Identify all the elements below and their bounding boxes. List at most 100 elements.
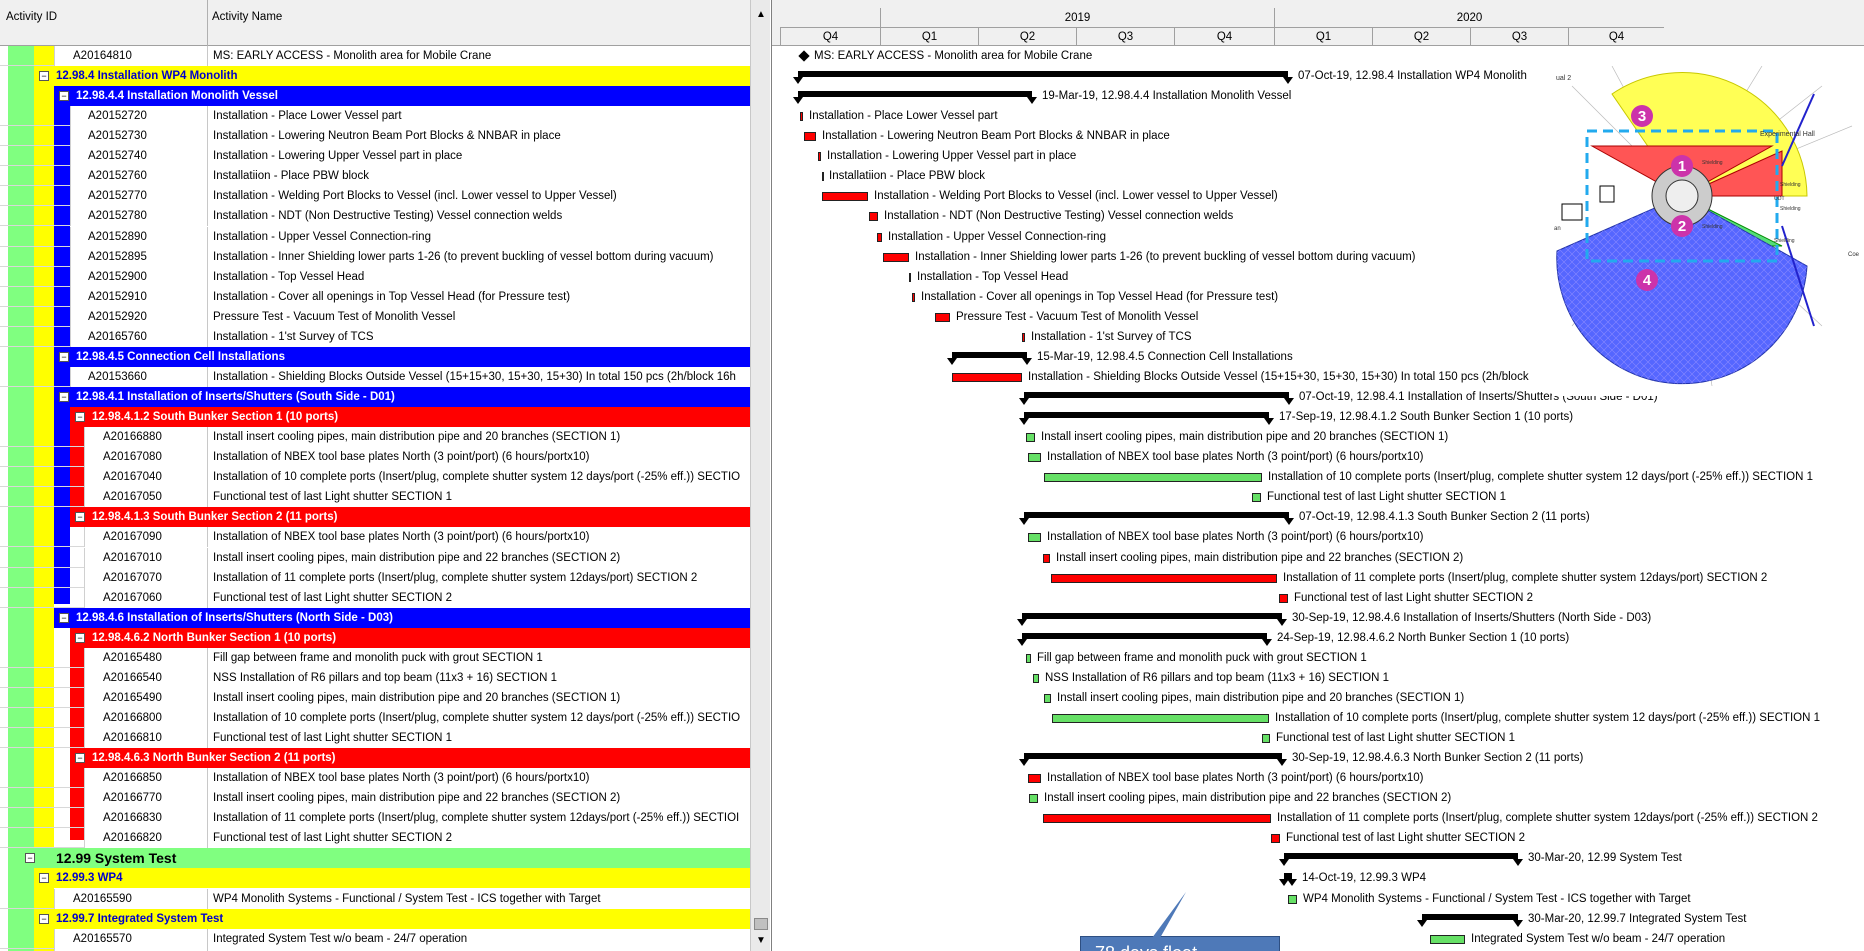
wbs-row[interactable]: −12.98.4.6.3 North Bunker Section 2 (11 … <box>0 748 750 769</box>
activity-bar[interactable] <box>909 272 911 282</box>
wbs-row[interactable]: − 12.99 System Test <box>0 848 750 869</box>
table-row[interactable]: A20166880 Install insert cooling pipes, m… <box>0 427 750 448</box>
wbs-row[interactable]: −12.98.4.6 Installation of Inserts/Shutt… <box>0 607 750 628</box>
activity-bar[interactable] <box>869 212 878 222</box>
wbs-row[interactable]: −12.99.7 Integrated System Test <box>0 908 750 929</box>
table-row[interactable]: A20167090 Installation of NBEX tool base … <box>0 527 750 548</box>
wbs-row[interactable]: −12.98.4 Installation WP4 Monolith <box>0 66 750 87</box>
table-row[interactable]: A20152730 Installation - Lowering Neutron… <box>0 126 750 147</box>
activity-bar[interactable] <box>883 252 909 262</box>
activity-bar[interactable] <box>1029 794 1038 804</box>
activity-bar[interactable] <box>818 152 821 162</box>
summary-bar[interactable] <box>1019 753 1287 767</box>
table-row[interactable]: A20166820 Functional test of last Light s… <box>0 828 750 849</box>
activity-bar[interactable] <box>935 312 950 322</box>
scroll-up-icon[interactable]: ▲ <box>754 8 768 22</box>
activity-bar[interactable] <box>1262 734 1270 744</box>
activity-bar[interactable] <box>800 112 803 122</box>
activity-bar[interactable] <box>1028 533 1041 543</box>
activity-bar[interactable] <box>1044 473 1262 483</box>
wbs-row[interactable]: −12.98.4.1.3 South Bunker Section 2 (11 … <box>0 507 750 528</box>
activity-bar[interactable] <box>877 232 882 242</box>
table-row[interactable]: A20167050 Functional test of last Light s… <box>0 487 750 508</box>
collapse-toggle-icon[interactable]: − <box>39 873 49 884</box>
activity-bar[interactable] <box>1271 834 1280 844</box>
table-row[interactable]: A20152780 Installation - NDT (Non Destruc… <box>0 206 750 227</box>
table-row[interactable]: A20166800 Installation of 10 complete por… <box>0 707 750 728</box>
collapse-toggle-icon[interactable]: − <box>59 392 69 403</box>
activity-bar[interactable] <box>1052 713 1269 723</box>
summary-bar[interactable] <box>1017 612 1287 626</box>
wbs-row[interactable]: −12.98.4.1 Installation of Inserts/Shutt… <box>0 387 750 408</box>
column-divider[interactable] <box>207 0 208 46</box>
table-row[interactable]: A20165590 WP4 Monolith Systems - Function… <box>0 888 750 909</box>
activity-bar[interactable] <box>912 292 915 302</box>
table-row[interactable]: A20166830 Installation of 11 complete por… <box>0 808 750 829</box>
activity-bar[interactable] <box>1026 653 1031 663</box>
summary-bar[interactable] <box>1019 392 1294 406</box>
summary-bar[interactable] <box>1279 873 1297 887</box>
table-row[interactable]: A20166770 Install insert cooling pipes, m… <box>0 788 750 809</box>
table-row[interactable]: A20165570 Integrated System Test w/o beam… <box>0 928 750 949</box>
summary-bar[interactable] <box>793 91 1037 105</box>
collapse-toggle-icon[interactable]: − <box>75 512 85 523</box>
collapse-toggle-icon[interactable]: − <box>75 412 85 423</box>
table-row[interactable]: A20153660 Installation - Shielding Blocks… <box>0 366 750 387</box>
table-row[interactable]: A20152900 Installation - Top Vessel Head <box>0 266 750 287</box>
table-row[interactable]: A20152760 Installatiion - Place PBW block <box>0 166 750 187</box>
activity-bar[interactable] <box>1044 693 1051 703</box>
activity-bar[interactable] <box>1033 673 1039 683</box>
column-header-activity-id[interactable]: Activity ID <box>6 11 57 23</box>
wbs-row[interactable]: −12.98.4.5 Connection Cell Installations <box>0 346 750 367</box>
table-row[interactable]: A20165760 Installation - 1'st Survey of T… <box>0 326 750 347</box>
collapse-toggle-icon[interactable]: − <box>59 351 69 362</box>
wbs-row[interactable]: −12.98.4.4 Installation Monolith Vessel <box>0 86 750 107</box>
milestone-diamond[interactable] <box>798 50 810 62</box>
activity-bar[interactable] <box>1051 573 1277 583</box>
collapse-toggle-icon[interactable]: − <box>75 632 85 643</box>
table-row[interactable]: A20166540 NSS Installation of R6 pillars … <box>0 667 750 688</box>
collapse-toggle-icon[interactable]: − <box>75 753 85 764</box>
activity-bar[interactable] <box>1022 332 1025 342</box>
activity-bar[interactable] <box>822 192 868 202</box>
summary-bar[interactable] <box>1279 853 1523 867</box>
table-row[interactable]: A20167070 Installation of 11 complete por… <box>0 567 750 588</box>
table-row[interactable]: A20167080 Installation of NBEX tool base … <box>0 447 750 468</box>
summary-bar[interactable] <box>1417 913 1523 927</box>
summary-bar[interactable] <box>1019 412 1274 426</box>
table-row[interactable]: A20152720 Installation - Place Lower Vess… <box>0 106 750 127</box>
activity-bar[interactable] <box>1043 814 1271 824</box>
summary-bar[interactable] <box>793 71 1293 85</box>
table-row[interactable]: A20152910 Installation - Cover all openin… <box>0 286 750 307</box>
table-row[interactable]: A20167010 Install insert cooling pipes, m… <box>0 547 750 568</box>
activity-bar[interactable] <box>1028 774 1041 784</box>
activity-bar[interactable] <box>1043 553 1050 563</box>
table-row[interactable]: A20164810 MS: EARLY ACCESS - Monolith are… <box>0 46 750 66</box>
table-row[interactable]: A20166850 Installation of NBEX tool base … <box>0 768 750 789</box>
table-row[interactable]: A20167060 Functional test of last Light s… <box>0 587 750 608</box>
column-header-activity-name[interactable]: Activity Name <box>212 11 282 23</box>
wbs-row[interactable]: −12.98.4.1.2 South Bunker Section 1 (10 … <box>0 407 750 428</box>
scrollbar-thumb[interactable] <box>754 918 768 930</box>
scroll-down-icon[interactable]: ▼ <box>754 934 768 948</box>
vertical-scrollbar[interactable]: ▲ ▼ <box>750 0 770 951</box>
activity-bar[interactable] <box>804 132 816 142</box>
collapse-toggle-icon[interactable]: − <box>59 612 69 623</box>
wbs-row[interactable]: −12.99.3 WP4 <box>0 868 750 889</box>
summary-bar[interactable] <box>1019 512 1294 526</box>
activity-bar[interactable] <box>1026 433 1035 443</box>
activity-bar[interactable] <box>1288 894 1297 904</box>
table-row[interactable]: A20152890 Installation - Upper Vessel Con… <box>0 226 750 247</box>
collapse-toggle-icon[interactable]: − <box>39 71 49 82</box>
activity-bar[interactable] <box>1279 593 1288 603</box>
activity-bar[interactable] <box>952 372 1022 382</box>
collapse-toggle-icon[interactable]: − <box>59 91 69 102</box>
collapse-toggle-icon[interactable]: − <box>39 913 49 924</box>
activity-bar[interactable] <box>1252 493 1261 503</box>
table-row[interactable]: A20165490 Install insert cooling pipes, m… <box>0 687 750 708</box>
wbs-row[interactable]: −12.98.4.6.2 North Bunker Section 1 (10 … <box>0 627 750 648</box>
table-row[interactable]: A20167040 Installation of 10 complete por… <box>0 467 750 488</box>
table-row[interactable]: A20152740 Installation - Lowering Upper V… <box>0 146 750 167</box>
summary-bar[interactable] <box>1017 632 1272 646</box>
activity-bar[interactable] <box>1028 453 1041 463</box>
